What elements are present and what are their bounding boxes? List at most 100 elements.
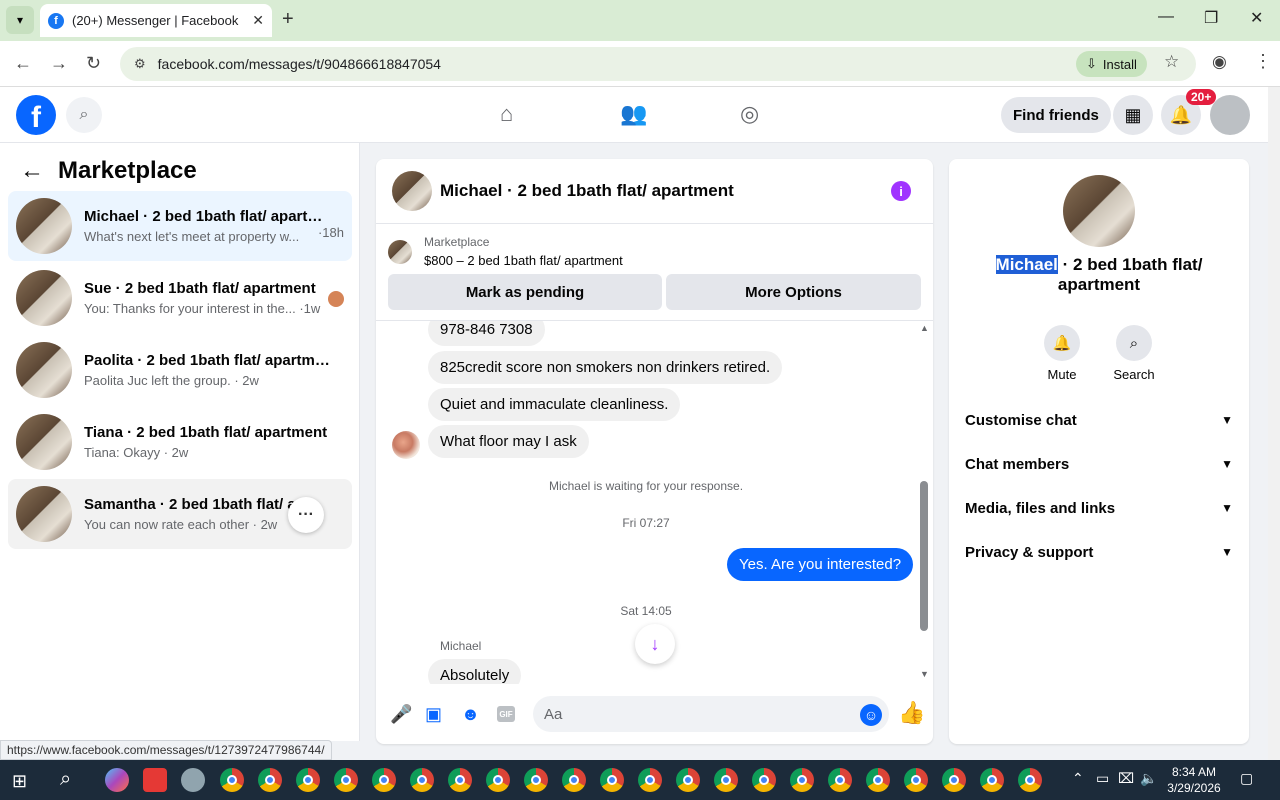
conversation-item[interactable]: Sue · 2 bed 1bath flat/ apartment You: T…	[8, 263, 352, 333]
more-options-button[interactable]: More Options	[666, 274, 921, 310]
facebook-logo-icon[interactable]: f	[16, 95, 56, 135]
conversation-item[interactable]: Tiana · 2 bed 1bath flat/ apartment Tian…	[8, 407, 352, 477]
conversation-item[interactable]: Paolita · 2 bed 1bath flat/ apartment Pa…	[8, 335, 352, 405]
chrome-icon[interactable]	[752, 768, 776, 792]
conversation-avatar[interactable]	[1063, 175, 1135, 247]
mark-as-pending-button[interactable]: Mark as pending	[388, 274, 662, 310]
new-tab-icon[interactable]: +	[282, 8, 294, 31]
chrome-icon[interactable]	[410, 768, 434, 792]
back-icon[interactable]: ←	[14, 53, 32, 74]
chrome-icon[interactable]	[828, 768, 852, 792]
bookmark-star-icon[interactable]: ☆	[1164, 52, 1179, 72]
customise-chat-section[interactable]: Customise chat ▼	[965, 398, 1233, 442]
chrome-icon[interactable]	[258, 768, 282, 792]
chrome-icon[interactable]	[866, 768, 890, 792]
friends-icon[interactable]: 👥	[620, 101, 647, 127]
chat-listing-thumbnail[interactable]	[392, 171, 432, 211]
chrome-icon[interactable]	[486, 768, 510, 792]
search-icon[interactable]: ⌕	[66, 97, 102, 133]
sender-name: Michael	[440, 639, 482, 653]
marketplace-label: Marketplace	[424, 235, 490, 249]
page-scrollbar[interactable]	[1268, 87, 1280, 760]
tab-search-button[interactable]: ▾	[6, 6, 34, 34]
window-close-icon[interactable]: ✕	[1250, 8, 1263, 28]
notification-center-icon[interactable]: ▢	[1240, 770, 1253, 787]
thumbs-up-icon[interactable]: 👍	[898, 700, 925, 726]
chat-panel: Michael · 2 bed 1bath flat/ apartment i …	[376, 159, 933, 744]
listing-title: $800 – 2 bed 1bath flat/ apartment	[424, 253, 623, 268]
volume-icon[interactable]: 🔈	[1140, 770, 1157, 787]
chrome-icon[interactable]	[600, 768, 624, 792]
reload-icon[interactable]: ↻	[86, 53, 101, 74]
site-settings-icon[interactable]: ⚙	[134, 56, 146, 72]
minimize-icon[interactable]: —	[1158, 8, 1174, 26]
copilot-icon[interactable]	[105, 768, 129, 792]
message-scrollbar[interactable]: ▲ ▼	[918, 321, 930, 684]
chrome-icon[interactable]	[334, 768, 358, 792]
chrome-icon[interactable]	[1018, 768, 1042, 792]
search-button[interactable]: ⌕ Search	[1104, 325, 1164, 382]
chrome-icon[interactable]	[942, 768, 966, 792]
sticker-icon[interactable]: ☻	[461, 704, 480, 725]
emoji-icon[interactable]: ☺	[860, 704, 882, 726]
conversation-title[interactable]: Michael · 2 bed 1bath flat/ apartment	[969, 255, 1229, 295]
listing-thumbnail	[16, 486, 72, 542]
chrome-icon[interactable]	[714, 768, 738, 792]
taskbar-clock[interactable]: 8:34 AM 3/29/2026	[1164, 764, 1224, 796]
outgoing-message: Yes. Are you interested?	[727, 548, 914, 581]
chrome-icon[interactable]	[524, 768, 548, 792]
chrome-icon[interactable]	[904, 768, 928, 792]
windows-start-icon[interactable]: ⊞	[12, 771, 27, 792]
info-icon[interactable]: i	[891, 181, 911, 201]
chrome-icon[interactable]	[372, 768, 396, 792]
privacy-support-section[interactable]: Privacy & support ▼	[965, 530, 1233, 574]
chrome-icon[interactable]	[296, 768, 320, 792]
url-field[interactable]: ⚙ facebook.com/messages/t/90486661884705…	[120, 47, 1196, 81]
taskbar-search-icon[interactable]: ⌕	[60, 768, 71, 791]
chrome-icon[interactable]	[220, 768, 244, 792]
forward-icon[interactable]: →	[50, 53, 68, 74]
mute-button[interactable]: 🔔 Mute	[1032, 325, 1092, 382]
browser-menu-icon[interactable]: ⋮	[1254, 51, 1272, 72]
chrome-icon[interactable]	[676, 768, 700, 792]
network-icon[interactable]: ⌧	[1118, 770, 1134, 787]
chat-members-section[interactable]: Chat members ▼	[965, 442, 1233, 486]
home-icon[interactable]: ⌂	[500, 101, 513, 127]
app-icon[interactable]	[143, 768, 167, 792]
scroll-thumb[interactable]	[920, 481, 928, 631]
marketplace-listing-row[interactable]: Marketplace $800 – 2 bed 1bath flat/ apa…	[388, 235, 623, 268]
gif-icon[interactable]: GIF	[497, 706, 515, 722]
browser-tab[interactable]: f (20+) Messenger | Facebook ✕	[40, 4, 272, 37]
chat-title[interactable]: Michael · 2 bed 1bath flat/ apartment	[440, 181, 734, 201]
selected-name: Michael	[995, 255, 1058, 274]
groups-icon[interactable]: ◎	[740, 101, 759, 127]
chrome-icon[interactable]	[638, 768, 662, 792]
conversation-item[interactable]: Michael · 2 bed 1bath flat/ apartm... Wh…	[8, 191, 352, 261]
chrome-icon[interactable]	[448, 768, 472, 792]
chrome-icon[interactable]	[562, 768, 586, 792]
listing-thumbnail	[16, 270, 72, 326]
tray-chevron-icon[interactable]: ⌃	[1072, 770, 1084, 787]
restore-icon[interactable]: ❐	[1204, 8, 1218, 28]
clock-date: 3/29/2026	[1167, 781, 1221, 795]
app-icon[interactable]	[181, 768, 205, 792]
photo-icon[interactable]: ▣	[425, 704, 442, 725]
scroll-down-icon[interactable]: ▼	[920, 669, 929, 679]
find-friends-button[interactable]: Find friends	[1001, 97, 1111, 133]
media-files-section[interactable]: Media, files and links ▼	[965, 486, 1233, 530]
meet-now-icon[interactable]: ▭	[1096, 770, 1109, 787]
tab-close-icon[interactable]: ✕	[252, 12, 264, 29]
profile-icon[interactable]: ◉	[1212, 52, 1227, 72]
conversation-options-icon[interactable]: ···	[288, 497, 324, 533]
microphone-icon[interactable]: 🎤	[390, 704, 412, 725]
chrome-icon[interactable]	[790, 768, 814, 792]
conversation-snippet: Paolita Juc left the group. · 2w	[84, 373, 259, 388]
menu-grid-icon[interactable]: ▦	[1113, 95, 1153, 135]
account-avatar[interactable]	[1210, 95, 1250, 135]
back-arrow-icon[interactable]: ←	[20, 157, 44, 185]
jump-to-latest-icon[interactable]: ↓	[635, 624, 675, 664]
message-input[interactable]	[533, 696, 889, 732]
chrome-icon[interactable]	[980, 768, 1004, 792]
scroll-up-icon[interactable]: ▲	[920, 323, 929, 333]
install-button[interactable]: ⇩ Install	[1076, 51, 1147, 77]
